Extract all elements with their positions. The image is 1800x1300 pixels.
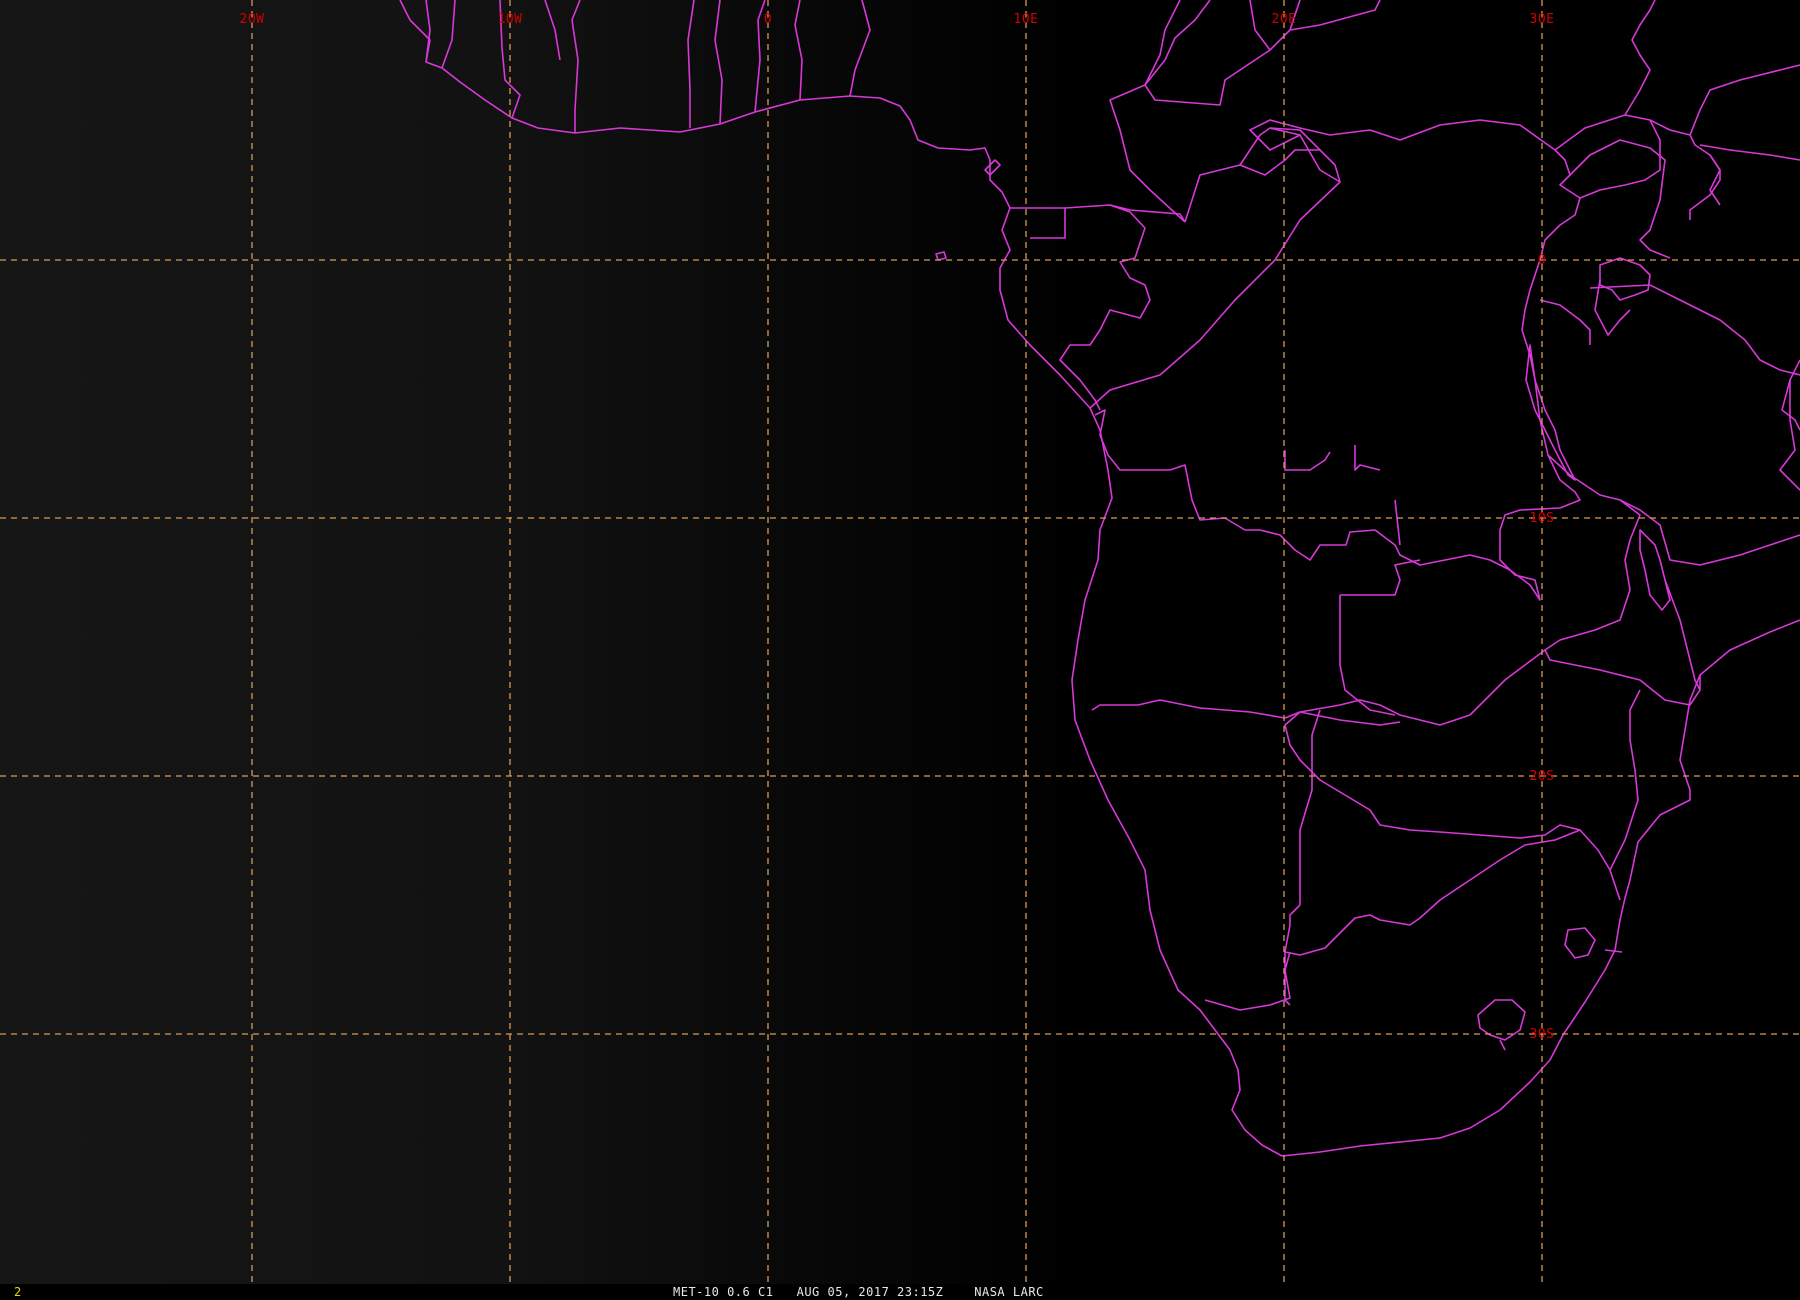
latitude-label: 30S — [1530, 1027, 1555, 1042]
satellite-imagery — [0, 0, 1800, 1284]
satellite-map: 20W 10W 0 10E 20E 30E 0 10S 20S 30S — [0, 0, 1800, 1284]
satellite-image-viewer: 20W 10W 0 10E 20E 30E 0 10S 20S 30S 2 MET-10 0.6 … — [0, 0, 1800, 1300]
longitude-label: 10W — [498, 12, 523, 27]
longitude-label: 30E — [1530, 12, 1555, 27]
frame-number: 2 — [14, 1285, 22, 1299]
latitude-label: 0 — [1538, 253, 1546, 268]
status-bar: 2 MET-10 0.6 C1 AUG 05, 2017 23:15Z NASA… — [0, 1284, 1800, 1300]
latitude-label: 10S — [1530, 511, 1555, 526]
image-caption: MET-10 0.6 C1 AUG 05, 2017 23:15Z NASA L… — [673, 1285, 1044, 1299]
longitude-label: 10E — [1014, 12, 1039, 27]
latitude-label: 20S — [1530, 769, 1555, 784]
longitude-label: 20E — [1272, 12, 1297, 27]
longitude-label: 20W — [240, 12, 265, 27]
longitude-label: 0 — [764, 12, 772, 27]
